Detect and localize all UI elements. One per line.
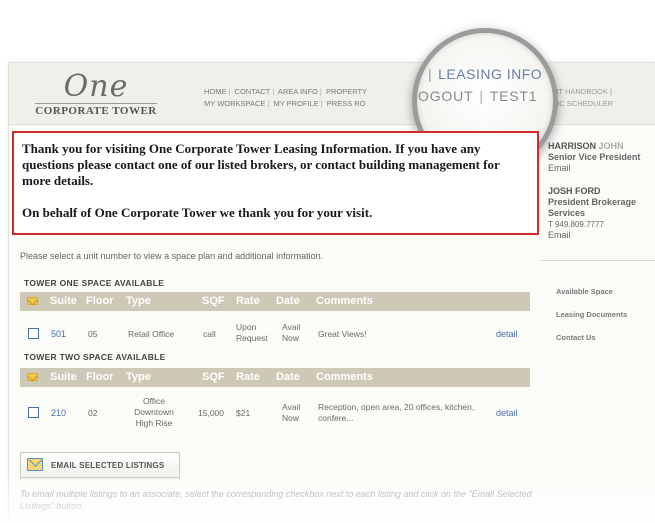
col-date: Date (276, 295, 300, 307)
nav-my-profile[interactable]: MY PROFILE (273, 99, 318, 108)
sidebar-divider (540, 260, 655, 261)
row-checkbox[interactable] (28, 328, 39, 339)
detail-link[interactable]: detail (496, 408, 518, 419)
col-comments: Comments (316, 371, 373, 383)
nav-my-workspace[interactable]: MY WORKSPACE (204, 99, 265, 108)
nav-right: ANT HANDBOOK | BLIC SCHEDULER (548, 86, 648, 110)
type-value: Retail Office (128, 329, 175, 339)
rate-value: $21 (236, 408, 251, 418)
table-header: Suite Floor Type SQF Rate Date Comments (20, 292, 530, 311)
sidebar-links: Available Space Leasing Documents Contac… (556, 280, 627, 349)
type-value: Office Downtown High Rise (134, 396, 174, 428)
nav-tenant-handbook[interactable]: ANT HANDBOOK | (548, 86, 648, 98)
thank-you-message: Thank you for visiting One Corporate Tow… (12, 131, 539, 235)
broker-title-line2: Services (548, 208, 586, 218)
comments-value: Reception, open area, 20 offices, kitche… (318, 402, 475, 423)
section-title-tower-two: TOWER TWO SPACE AVAILABLE (24, 352, 166, 362)
email-icon (27, 373, 38, 381)
col-sqf: SQF (202, 371, 225, 383)
date-value: Avail Now (282, 402, 301, 423)
floor-value: 05 (88, 329, 98, 339)
broker-name: JOSH FORD (548, 186, 601, 196)
broker-card: HARRISON JOHN Senior Vice President Emai… (548, 141, 653, 174)
logout-link[interactable]: OGOUT (418, 88, 473, 104)
suite-link[interactable]: 501 (51, 329, 66, 340)
table-header: Suite Floor Type SQF Rate Date Comments (20, 368, 530, 387)
email-instructions: To email multiple listings to an associa… (20, 489, 532, 511)
col-rate: Rate (236, 295, 260, 307)
broker-title: Senior Vice President (548, 152, 641, 162)
sidebar-item-leasing-documents[interactable]: Leasing Documents (556, 303, 627, 326)
logout-magnified[interactable]: OGOUT | TEST1 (418, 88, 537, 104)
table-row: 210 02 Office Downtown High Rise 15,000 … (20, 392, 530, 432)
main-nav: HOME | CONTACT | AREA INFO | PROPERTY MY WO… (204, 87, 368, 108)
site-logo[interactable]: One CORPORATE TOWER (26, 69, 166, 123)
broker-title: President Brokerage (548, 197, 637, 207)
nav-home[interactable]: HOME (204, 87, 227, 96)
logo-subtitle: CORPORATE TOWER (35, 103, 157, 117)
nav-property[interactable]: PROPERTY (326, 87, 367, 96)
sidebar-item-contact-us[interactable]: Contact Us (556, 326, 627, 349)
col-type: Type (126, 371, 151, 383)
user-name: TEST1 (489, 88, 538, 104)
col-comments: Comments (316, 295, 373, 307)
table-row: 501 05 Retail Office call Upon Request A… (20, 318, 530, 348)
email-icon (27, 297, 38, 305)
sidebar-item-available-space[interactable]: Available Space (556, 280, 627, 303)
logo-script: One (63, 69, 129, 104)
broker-last-name: JOHN (598, 141, 624, 151)
broker-first-name: HARRISON (548, 141, 597, 151)
envelope-icon (27, 458, 43, 471)
col-floor: Floor (86, 295, 114, 307)
col-rate: Rate (236, 371, 260, 383)
col-type: Type (126, 295, 151, 307)
sqf-value: 15,000 (198, 408, 224, 418)
col-suite: Suite (50, 295, 77, 307)
broker-sidebar: HARRISON JOHN Senior Vice President Emai… (548, 141, 653, 253)
nav-public-scheduler[interactable]: BLIC SCHEDULER (548, 98, 648, 110)
nav-leasing-info-magnified[interactable]: | LEASING INFO (428, 66, 542, 82)
nav-area-info[interactable]: AREA INFO (278, 87, 318, 96)
comments-value: Great Views! (318, 329, 367, 339)
col-sqf: SQF (202, 295, 225, 307)
section-title-tower-one: TOWER ONE SPACE AVAILABLE (24, 278, 165, 288)
suite-link[interactable]: 210 (51, 408, 66, 419)
broker-phone: T 949.809.7777 (548, 220, 604, 229)
col-suite: Suite (50, 371, 77, 383)
broker-card: JOSH FORD President Brokerage Services T… (548, 186, 653, 241)
nav-contact[interactable]: CONTACT (235, 87, 271, 96)
sqf-value: call (203, 329, 216, 339)
floor-value: 02 (88, 408, 98, 418)
nav-press-room[interactable]: PRESS RO (327, 99, 366, 108)
email-selected-listings-button[interactable]: EMAIL SELECTED LISTINGS (20, 452, 180, 478)
email-button-label: EMAIL SELECTED LISTINGS (51, 461, 165, 470)
intro-text: Please select a unit number to view a sp… (20, 251, 324, 261)
date-value: Avail Now (282, 322, 301, 343)
col-floor: Floor (86, 371, 114, 383)
col-date: Date (276, 371, 300, 383)
thank-you-paragraph-2: On behalf of One Corporate Tower we than… (22, 205, 373, 220)
broker-email-link[interactable]: Email (548, 163, 653, 174)
broker-email-link[interactable]: Email (548, 230, 653, 241)
detail-link[interactable]: detail (496, 329, 518, 340)
row-checkbox[interactable] (28, 407, 39, 418)
thank-you-paragraph-1: Thank you for visiting One Corporate Tow… (22, 141, 500, 188)
rate-value: Upon Request (236, 322, 268, 343)
